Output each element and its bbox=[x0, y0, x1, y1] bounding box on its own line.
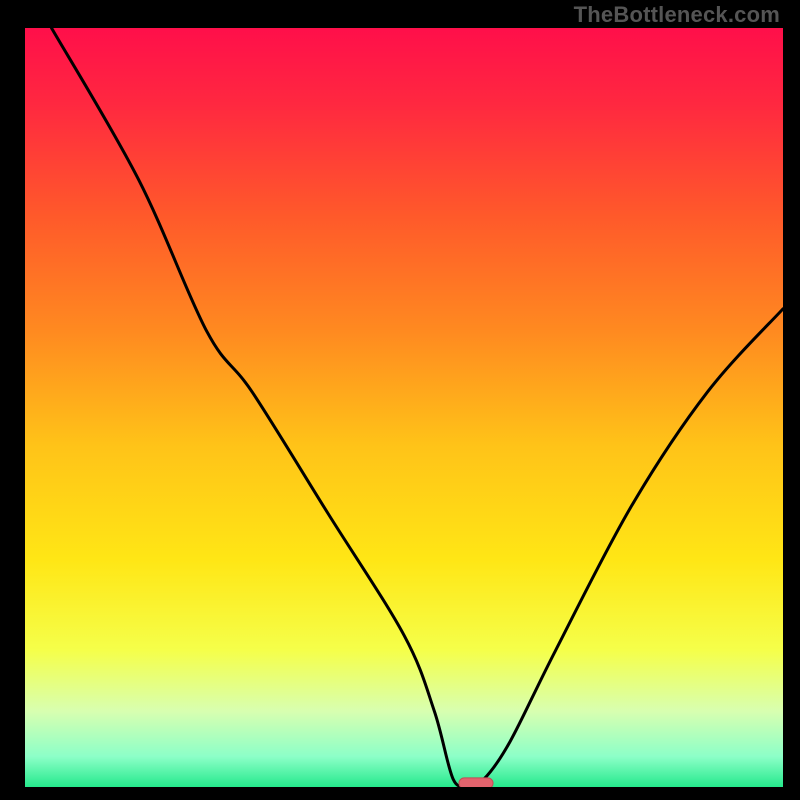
optimal-marker bbox=[459, 778, 493, 789]
attribution-text: TheBottleneck.com bbox=[574, 2, 780, 28]
frame-border bbox=[0, 787, 800, 800]
gradient-background bbox=[25, 28, 783, 787]
chart-frame: TheBottleneck.com bbox=[0, 0, 800, 800]
frame-border bbox=[783, 0, 800, 800]
frame-border bbox=[0, 0, 25, 800]
bottleneck-chart bbox=[0, 0, 800, 800]
